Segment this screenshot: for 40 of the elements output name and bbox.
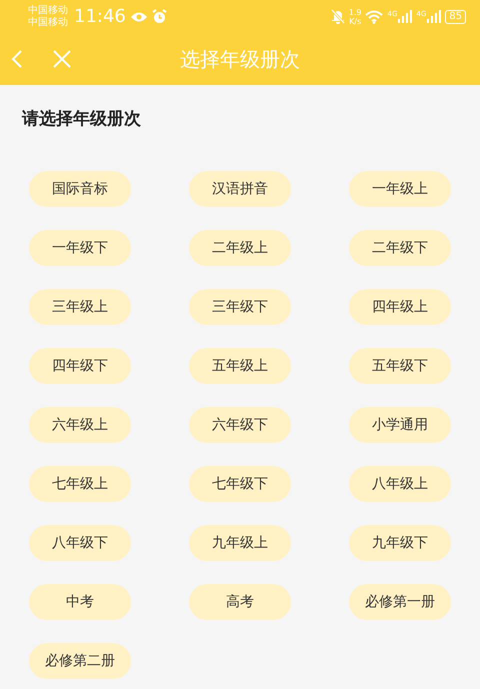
clock-time: 11:46: [74, 6, 126, 27]
grade-option[interactable]: 一年级下: [29, 230, 131, 266]
signal-icon: [398, 10, 412, 23]
grade-option[interactable]: 四年级上: [349, 289, 451, 325]
grade-option[interactable]: 九年级上: [189, 525, 291, 561]
close-icon[interactable]: [52, 49, 72, 69]
grade-option[interactable]: 三年级下: [189, 289, 291, 325]
grade-option[interactable]: 二年级上: [189, 230, 291, 266]
grade-option[interactable]: 七年级下: [189, 466, 291, 502]
section-title: 请选择年级册次: [20, 108, 142, 131]
grade-option[interactable]: 三年级上: [29, 289, 131, 325]
grade-option[interactable]: 二年级下: [349, 230, 451, 266]
grade-option[interactable]: 汉语拼音: [189, 171, 291, 207]
signal-icon: [427, 10, 442, 23]
eye-icon: [130, 10, 148, 22]
grade-option[interactable]: 九年级下: [349, 525, 451, 561]
grade-option[interactable]: 四年级下: [29, 348, 131, 384]
grade-option[interactable]: 小学通用: [349, 407, 451, 443]
grade-option[interactable]: 六年级下: [189, 407, 291, 443]
wifi-icon: [365, 10, 384, 24]
carrier-name: 中国移动: [28, 4, 68, 16]
grade-option[interactable]: 八年级上: [349, 466, 451, 502]
grade-option[interactable]: 国际音标: [29, 171, 131, 207]
grade-option[interactable]: 必修第一册: [349, 584, 451, 620]
network-speed: 1.9: [348, 8, 362, 16]
grade-option[interactable]: 六年级上: [29, 407, 131, 443]
grade-option[interactable]: 五年级上: [189, 348, 291, 384]
battery-level: 85: [445, 10, 466, 24]
grade-option[interactable]: 中考: [29, 584, 131, 620]
speed-unit: K/s: [349, 16, 362, 26]
grade-option[interactable]: 五年级下: [349, 348, 451, 384]
grade-option[interactable]: 一年级上: [349, 171, 451, 207]
grade-option[interactable]: 七年级上: [29, 466, 131, 502]
grade-option[interactable]: 高考: [189, 584, 291, 620]
muted-bell-icon: [330, 9, 345, 24]
page-title: 选择年级册次: [180, 46, 300, 70]
carrier-name: 中国移动: [28, 16, 68, 28]
alarm-clock-icon: [152, 9, 167, 24]
grade-option[interactable]: 必修第二册: [29, 643, 131, 679]
grade-option[interactable]: 八年级下: [29, 525, 131, 561]
